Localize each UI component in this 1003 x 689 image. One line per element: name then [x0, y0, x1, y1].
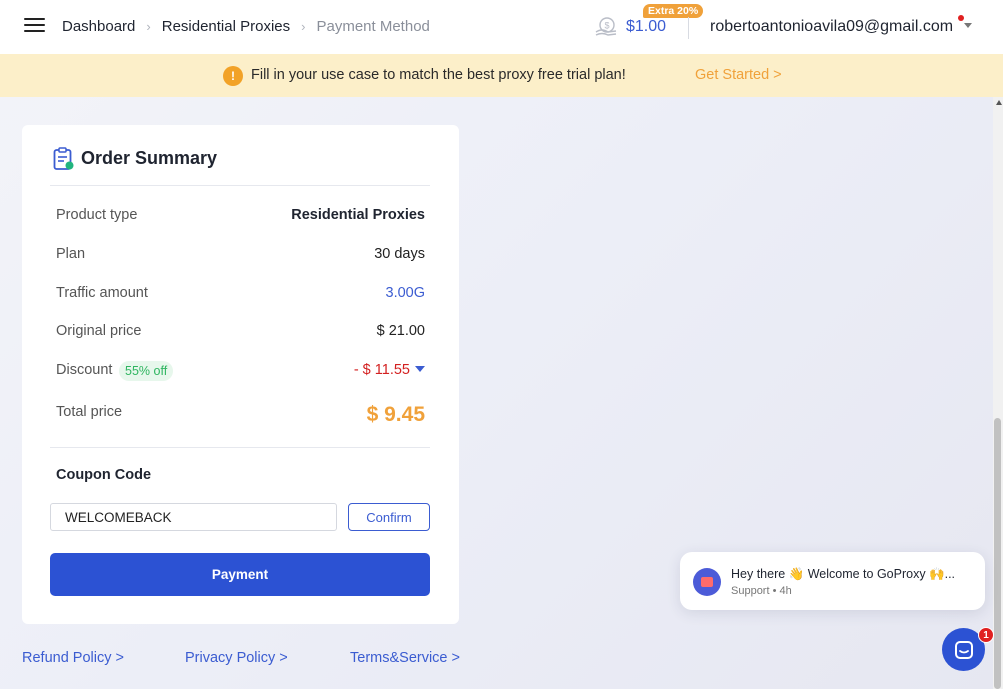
coupon-code-title: Coupon Code: [56, 467, 152, 483]
top-header: Dashboard › Residential Proxies › Paymen…: [0, 0, 1003, 54]
caret-down-icon[interactable]: [415, 366, 425, 372]
balance-amount: $1.00: [626, 18, 667, 35]
refund-policy-link[interactable]: Refund Policy >: [22, 650, 124, 666]
total-divider: [50, 447, 430, 448]
chat-meta: Support • 4h: [731, 585, 792, 597]
user-email[interactable]: robertoantonioavila09@gmail.com: [710, 18, 953, 36]
breadcrumb: Dashboard › Residential Proxies › Paymen…: [62, 18, 430, 35]
privacy-policy-link[interactable]: Privacy Policy >: [185, 650, 288, 666]
order-summary-title: Order Summary: [81, 148, 218, 168]
product-type-label: Product type: [56, 207, 138, 223]
chevron-right-icon: ›: [301, 19, 306, 34]
chat-preview-bubble[interactable]: Hey there 👋 Welcome to GoProxy 🙌... Supp…: [680, 552, 985, 610]
discount-value-group[interactable]: - $ 11.55: [354, 362, 425, 378]
scrollbar-thumb[interactable]: [994, 418, 1001, 689]
banner-text: Fill in your use case to match the best …: [251, 67, 626, 83]
hamburger-menu-icon[interactable]: [24, 18, 45, 35]
terms-service-link[interactable]: Terms&Service >: [350, 650, 460, 666]
clipboard-icon: [53, 147, 74, 170]
order-summary-card: Order Summary Product type Residential P…: [22, 125, 459, 624]
product-type-value: Residential Proxies: [291, 207, 425, 223]
traffic-amount-value: 3.00G: [385, 285, 426, 301]
breadcrumb-payment-method: Payment Method: [316, 18, 430, 35]
extra-bonus-badge: Extra 20%: [643, 4, 704, 18]
discount-value: - $ 11.55: [353, 362, 410, 378]
original-price-label: Original price: [56, 323, 142, 339]
notification-dot: [958, 15, 964, 21]
chevron-right-icon: ›: [146, 19, 151, 34]
traffic-amount-label: Traffic amount: [56, 285, 148, 301]
breadcrumb-residential-proxies[interactable]: Residential Proxies: [162, 18, 290, 35]
coupon-code-input[interactable]: [50, 503, 337, 531]
header-divider: [688, 17, 689, 39]
confirm-coupon-button[interactable]: Confirm: [348, 503, 430, 531]
scroll-up-arrow-icon[interactable]: [996, 100, 1002, 105]
support-avatar: [693, 568, 721, 596]
title-divider: [50, 185, 430, 186]
chat-unread-badge: 1: [978, 627, 994, 643]
breadcrumb-dashboard[interactable]: Dashboard: [62, 18, 135, 35]
discount-label: Discount: [56, 362, 113, 378]
discount-badge: 55% off: [119, 361, 174, 381]
payment-button[interactable]: Payment: [50, 553, 430, 596]
get-started-link[interactable]: Get Started >: [695, 67, 782, 83]
plan-value: 30 days: [374, 246, 425, 262]
caret-down-icon[interactable]: [964, 23, 972, 28]
plan-label: Plan: [56, 246, 86, 262]
chat-message: Hey there 👋 Welcome to GoProxy 🙌...: [731, 567, 956, 581]
balance-display[interactable]: $ $1.00: [594, 16, 666, 38]
trial-banner: ! Fill in your use case to match the bes…: [0, 54, 1003, 97]
coin-stack-icon: $: [595, 17, 617, 36]
total-price-label: Total price: [56, 404, 123, 420]
chat-icon: [954, 640, 973, 659]
original-price-value: $ 21.00: [376, 323, 425, 339]
warning-icon: !: [223, 66, 243, 86]
svg-text:$: $: [604, 21, 609, 31]
total-price-value: $ 9.45: [366, 403, 425, 426]
